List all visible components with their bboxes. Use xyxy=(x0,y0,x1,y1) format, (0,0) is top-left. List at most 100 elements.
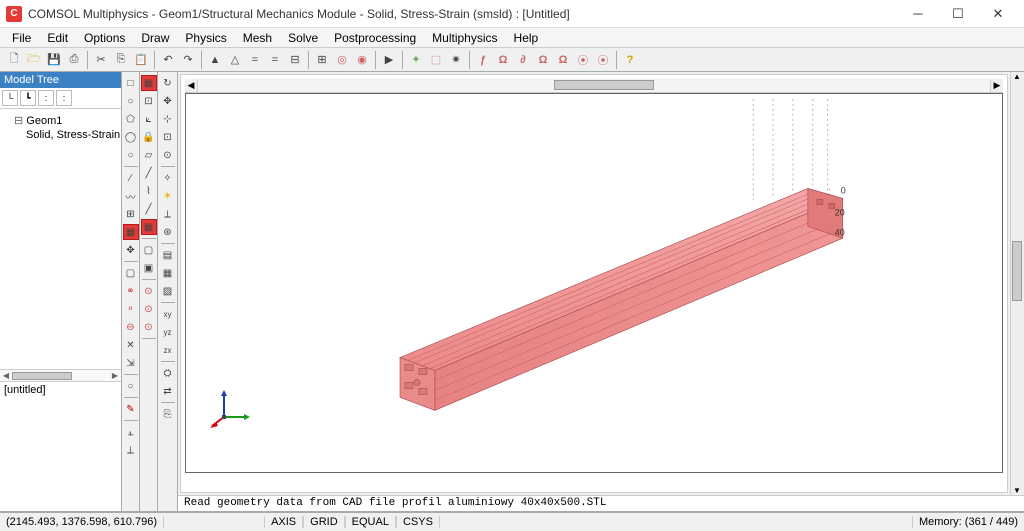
save-icon[interactable]: 💾 xyxy=(45,51,63,69)
intersect-icon[interactable]: ⚬ xyxy=(123,301,139,317)
copy-icon[interactable]: ⎘ xyxy=(112,51,130,69)
undo-icon[interactable]: ↶ xyxy=(159,51,177,69)
model-tree[interactable]: ⊟ Geom1 Solid, Stress-Strain (sm xyxy=(0,109,121,369)
menu-edit[interactable]: Edit xyxy=(39,29,76,47)
circ2-icon[interactable]: ⊙ xyxy=(141,301,157,317)
integral-icon[interactable]: ∂ xyxy=(514,51,532,69)
mode-grid[interactable]: GRID xyxy=(303,516,345,528)
menu-file[interactable]: File xyxy=(4,29,39,47)
line-icon[interactable]: ∕ xyxy=(123,170,139,186)
pointer-icon[interactable]: ▶ xyxy=(380,51,398,69)
close-button[interactable]: ✕ xyxy=(978,1,1018,27)
split-icon[interactable]: ⇲ xyxy=(123,355,139,371)
ellipse-icon[interactable]: ○ xyxy=(123,147,139,163)
print-icon[interactable]: ⎙ xyxy=(65,51,83,69)
edge-icon[interactable]: ⟀ xyxy=(141,111,157,127)
rotate3d-icon[interactable]: ↻ xyxy=(160,75,176,91)
curve-icon[interactable]: 〰 xyxy=(123,188,139,204)
light1-icon[interactable]: ✧ xyxy=(160,170,176,186)
paint-icon[interactable]: ✎ xyxy=(123,401,139,417)
cylinder-icon[interactable]: ⬠ xyxy=(123,111,139,127)
tree-tool-2[interactable]: ┗ xyxy=(20,90,36,106)
cut-icon[interactable]: ✂ xyxy=(92,51,110,69)
array-icon[interactable]: ⊞ xyxy=(123,206,139,222)
zoom-window-icon[interactable]: ◉ xyxy=(353,51,371,69)
viewport-vscroll[interactable]: ▲ ▼ xyxy=(1010,72,1024,495)
circ3-icon[interactable]: ⊙ xyxy=(141,319,157,335)
globe2-icon[interactable]: ⦿ xyxy=(594,51,612,69)
target-icon[interactable]: ⊙ xyxy=(160,147,176,163)
tree-child[interactable]: Solid, Stress-Strain (sm xyxy=(2,128,119,142)
select-line-icon[interactable]: ╱ xyxy=(141,165,157,181)
omega-sub-icon[interactable]: Ω xyxy=(534,51,552,69)
pan-icon[interactable]: ✥ xyxy=(160,93,176,109)
zoom-ext-icon[interactable]: ◎ xyxy=(333,51,351,69)
sphere-icon[interactable]: ○ xyxy=(123,93,139,109)
help-icon[interactable]: ? xyxy=(621,51,639,69)
redo-icon[interactable]: ↷ xyxy=(179,51,197,69)
block2-icon[interactable]: ▢ xyxy=(141,242,157,258)
box-icon[interactable]: □ xyxy=(123,75,139,91)
select-icon[interactable]: ⬚ xyxy=(427,51,445,69)
scroll-thumb[interactable] xyxy=(12,372,72,380)
omega-icon[interactable]: Ω xyxy=(494,51,512,69)
tree-tool-4[interactable]: : xyxy=(56,90,72,106)
select-curve-icon[interactable]: ⌇ xyxy=(141,183,157,199)
scroll-right-icon[interactable]: ▶ xyxy=(109,370,121,382)
plane-icon[interactable]: ▱ xyxy=(141,147,157,163)
mode-equal[interactable]: EQUAL xyxy=(345,516,396,528)
menu-solve[interactable]: Solve xyxy=(280,29,326,47)
bottom-tab[interactable]: [untitled] xyxy=(4,384,46,396)
coerce-icon[interactable]: ▦ xyxy=(123,224,139,240)
circ1-icon[interactable]: ⊙ xyxy=(141,283,157,299)
new-icon[interactable]: 🗋 xyxy=(5,51,23,69)
tree-tool-3[interactable]: : xyxy=(38,90,54,106)
move-icon[interactable]: ✥ xyxy=(123,242,139,258)
zoom-icon[interactable]: ⊹ xyxy=(160,111,176,127)
mesh-refine-icon[interactable]: △ xyxy=(226,51,244,69)
restart-icon[interactable]: = xyxy=(266,51,284,69)
red-grid-icon[interactable]: ▦ xyxy=(141,219,157,235)
mesh-init-icon[interactable]: ▲ xyxy=(206,51,224,69)
lock-icon[interactable]: 🔒 xyxy=(141,129,157,145)
red-box-icon[interactable]: ▦ xyxy=(141,75,157,91)
paste-icon[interactable]: 📋 xyxy=(132,51,150,69)
light2-icon[interactable]: ☀ xyxy=(160,188,176,204)
viewport[interactable]: 0 20 40 xyxy=(185,93,1003,473)
diff-icon[interactable]: ⊖ xyxy=(123,319,139,335)
mode-csys[interactable]: CSYS xyxy=(396,516,440,528)
solve-icon[interactable]: = xyxy=(246,51,264,69)
wire-icon[interactable]: ▤ xyxy=(160,247,176,263)
face-icon[interactable]: ⊡ xyxy=(141,93,157,109)
tree-root[interactable]: ⊟ Geom1 xyxy=(2,113,119,128)
menu-postprocessing[interactable]: Postprocessing xyxy=(326,29,424,47)
menu-options[interactable]: Options xyxy=(76,29,133,47)
cone-icon[interactable]: ◯ xyxy=(123,129,139,145)
delete-geom-icon[interactable]: ○ xyxy=(123,378,139,394)
union-icon[interactable]: ⚭ xyxy=(123,283,139,299)
xor-icon[interactable]: ✕ xyxy=(123,337,139,353)
zoom-rect-icon[interactable]: ⊡ xyxy=(160,129,176,145)
plot-param-icon[interactable]: ⊞ xyxy=(313,51,331,69)
select-all-icon[interactable]: ✷ xyxy=(447,51,465,69)
yz-icon[interactable]: yz xyxy=(160,324,176,340)
block-icon[interactable]: ▢ xyxy=(123,265,139,281)
globe-icon[interactable]: ⦿ xyxy=(574,51,592,69)
scroll-left-icon[interactable]: ◀ xyxy=(0,370,12,382)
open-icon[interactable]: 🗁 xyxy=(25,51,43,69)
minimize-button[interactable]: ─ xyxy=(898,1,938,27)
menu-physics[interactable]: Physics xyxy=(177,29,234,47)
vscroll-thumb[interactable] xyxy=(1012,241,1022,301)
xy-icon[interactable]: xy xyxy=(160,306,176,322)
hscroll-thumb[interactable] xyxy=(554,80,654,90)
yaxis-icon[interactable]: ⟂ xyxy=(123,442,139,458)
menu-help[interactable]: Help xyxy=(506,29,547,47)
viewport-hscroll[interactable]: ◀ ▶ xyxy=(185,79,1003,93)
tree-tool-1[interactable]: └ xyxy=(2,90,18,106)
menu-draw[interactable]: Draw xyxy=(133,29,177,47)
mode-axis[interactable]: AXIS xyxy=(264,516,303,528)
copy2-icon[interactable]: ⎘ xyxy=(160,406,176,422)
block3-icon[interactable]: ▣ xyxy=(141,260,157,276)
zx-icon[interactable]: zx xyxy=(160,342,176,358)
omega2-icon[interactable]: Ω xyxy=(554,51,572,69)
